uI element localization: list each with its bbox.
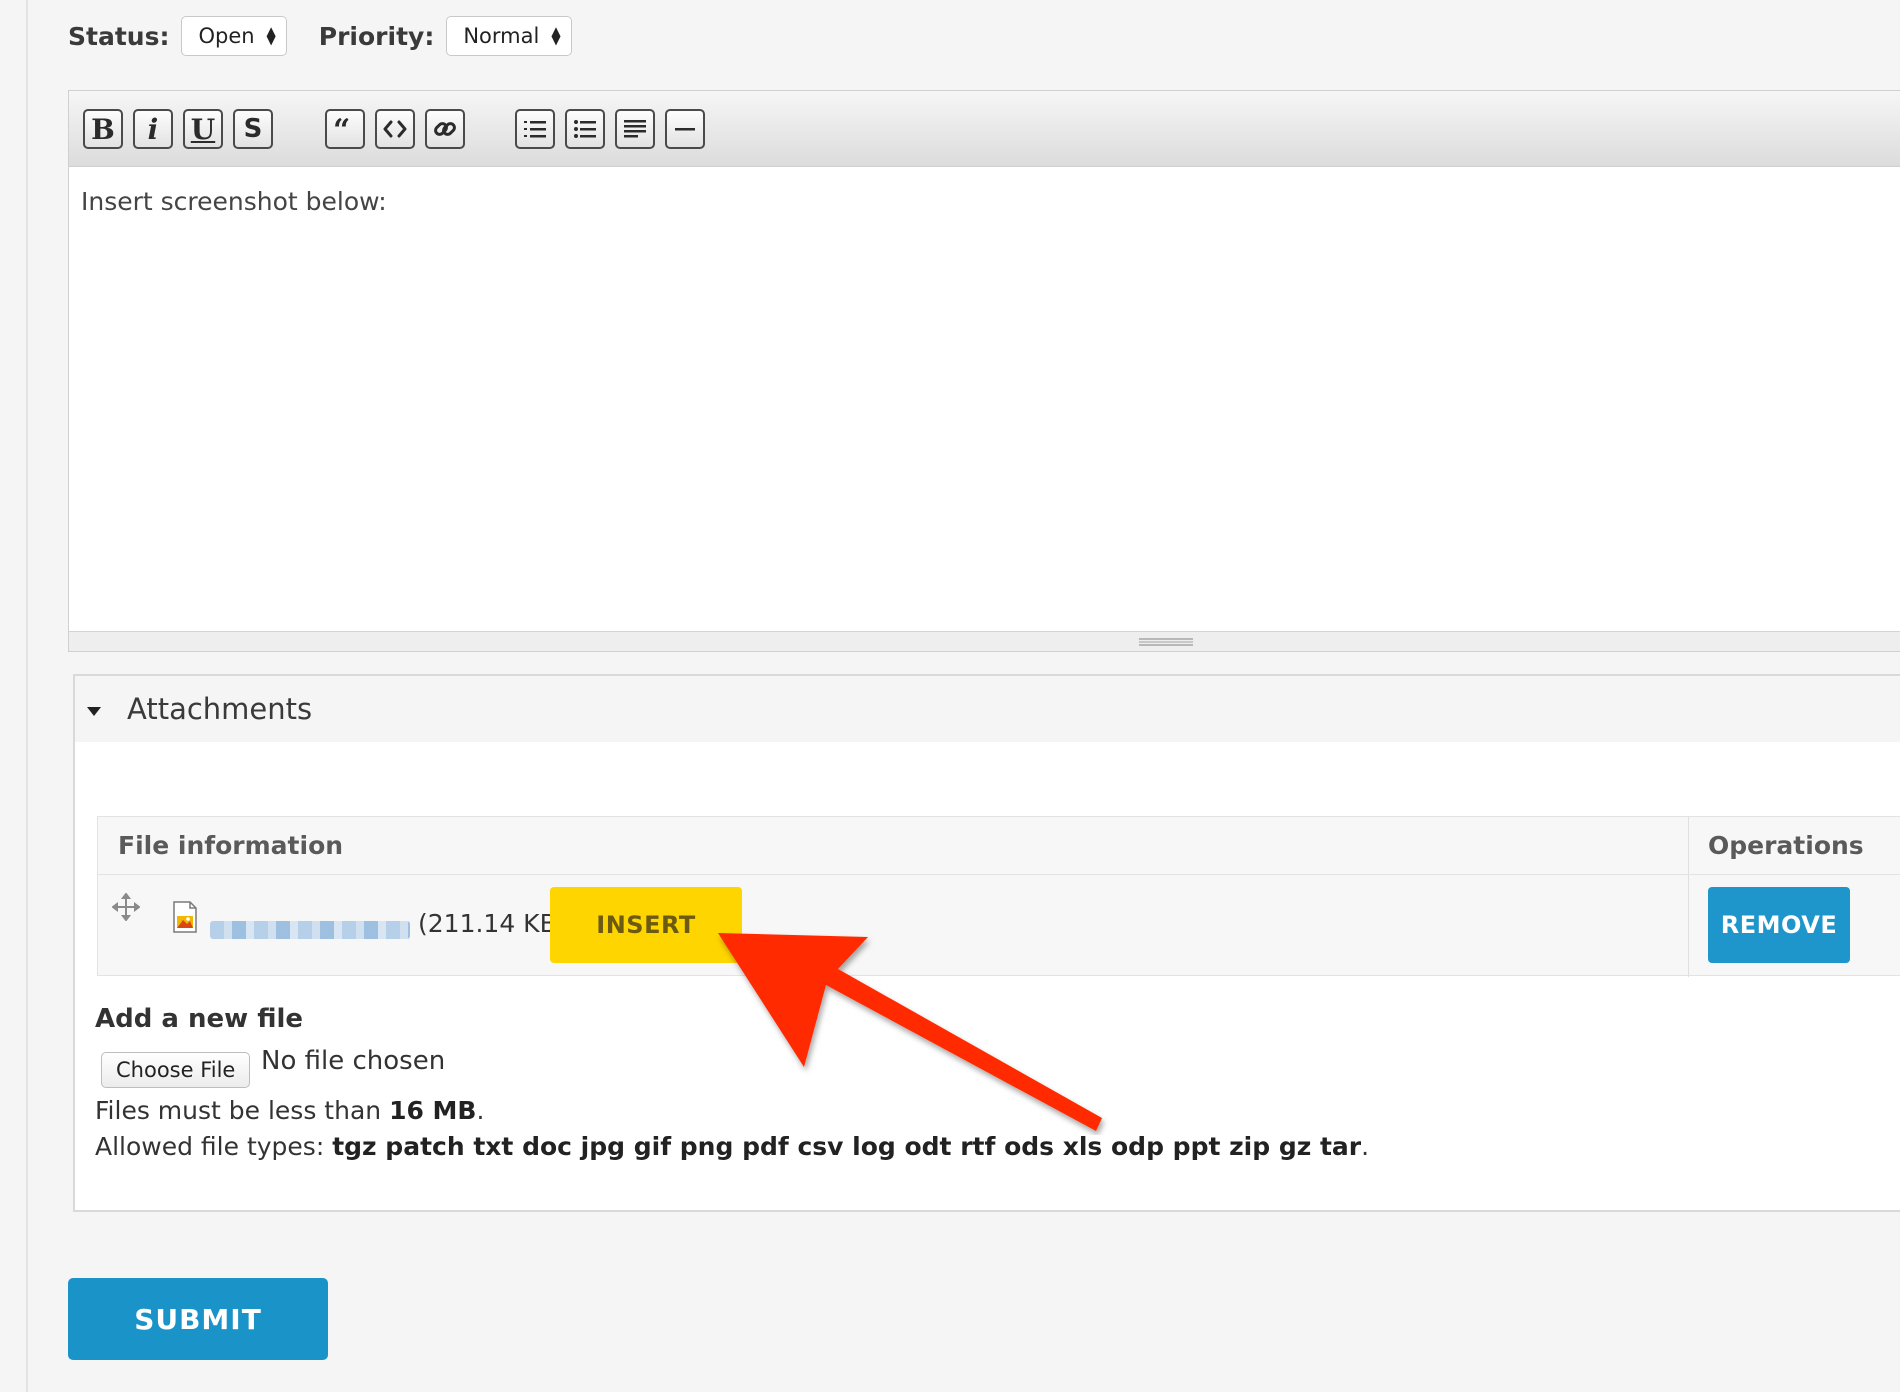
ordered-list-icon [524, 121, 546, 138]
attachments-toggle[interactable]: Attachments [75, 676, 1900, 742]
page-left-border [26, 0, 28, 1392]
table-header-row: File information Operations [98, 817, 1900, 875]
italic-button[interactable]: i [133, 109, 173, 149]
types-prefix: Allowed file types: [95, 1132, 333, 1161]
align-left-icon [624, 120, 646, 138]
quote-icon: “ [333, 116, 350, 142]
status-label: Status: [68, 21, 170, 51]
underline-button[interactable]: U [183, 109, 223, 149]
table-row: (211.14 KB) INSERT REMOVE [98, 875, 1900, 975]
svg-text:“: “ [333, 116, 350, 142]
horizontal-rule-button[interactable] [665, 109, 705, 149]
priority-label: Priority: [318, 21, 435, 51]
remove-button[interactable]: REMOVE [1708, 887, 1850, 963]
link-icon [434, 122, 456, 136]
caret-down-icon [87, 706, 101, 716]
choose-file-button[interactable]: Choose File [101, 1052, 251, 1088]
select-arrows-icon: ▲ ▼ [551, 24, 561, 47]
allowed-file-types-text: Allowed file types: tgz patch txt doc jp… [95, 1132, 1369, 1161]
attachments-title: Attachments [127, 692, 313, 726]
link-button[interactable] [425, 109, 465, 149]
column-header-file-information: File information [118, 831, 344, 860]
status-select[interactable]: Open ▲ ▼ [181, 16, 287, 56]
underline-icon: U [190, 112, 216, 146]
drag-handle-icon[interactable] [112, 893, 140, 921]
bullet-list-icon [574, 120, 596, 138]
resize-grip-icon[interactable] [1139, 638, 1193, 646]
no-file-chosen-text: No file chosen [261, 1046, 446, 1076]
limit-value: 16 MB [389, 1096, 477, 1125]
strikethrough-button[interactable]: S [233, 109, 273, 149]
image-file-icon [173, 901, 197, 933]
editor-text: Insert screenshot below: [81, 187, 387, 216]
file-size: (211.14 KB) [418, 909, 567, 938]
ticket-meta-row: Status: Open ▲ ▼ Priority: Normal ▲ ▼ [68, 14, 604, 58]
rich-text-editor: B i U S “ Insert screenshot below: [68, 90, 1900, 652]
editor-content-area[interactable]: Insert screenshot below: [69, 167, 1900, 633]
types-value: tgz patch txt doc jpg gif png pdf csv lo… [332, 1132, 1362, 1161]
code-button[interactable] [375, 109, 415, 149]
numbered-list-button[interactable] [515, 109, 555, 149]
bold-icon: B [91, 112, 115, 146]
code-icon [383, 120, 407, 138]
align-button[interactable] [615, 109, 655, 149]
select-arrows-icon: ▲ ▼ [266, 24, 276, 47]
bullet-list-button[interactable] [565, 109, 605, 149]
priority-select[interactable]: Normal ▲ ▼ [446, 16, 572, 56]
attachments-fieldset: Attachments File information Operations [73, 674, 1900, 1212]
submit-button[interactable]: SUBMIT [68, 1278, 328, 1360]
italic-icon: i [147, 112, 159, 146]
hr-icon [675, 128, 695, 131]
status-value: Open [198, 24, 255, 48]
file-table: File information Operations (211.14 KB) … [97, 816, 1900, 977]
editor-resize-bar[interactable] [69, 631, 1900, 651]
insert-button[interactable]: INSERT [550, 887, 742, 963]
bold-button[interactable]: B [83, 109, 123, 149]
file-size-limit-text: Files must be less than 16 MB. [95, 1096, 484, 1125]
types-suffix: . [1361, 1132, 1370, 1161]
priority-value: Normal [463, 24, 540, 48]
blockquote-button[interactable]: “ [325, 109, 365, 149]
limit-suffix: . [476, 1096, 485, 1125]
column-header-operations: Operations [1708, 831, 1864, 860]
strikethrough-icon: S [243, 114, 263, 144]
file-name-link[interactable] [210, 921, 410, 939]
editor-toolbar: B i U S “ [69, 91, 1900, 167]
limit-prefix: Files must be less than [95, 1096, 390, 1125]
add-new-file-title: Add a new file [95, 1004, 304, 1034]
